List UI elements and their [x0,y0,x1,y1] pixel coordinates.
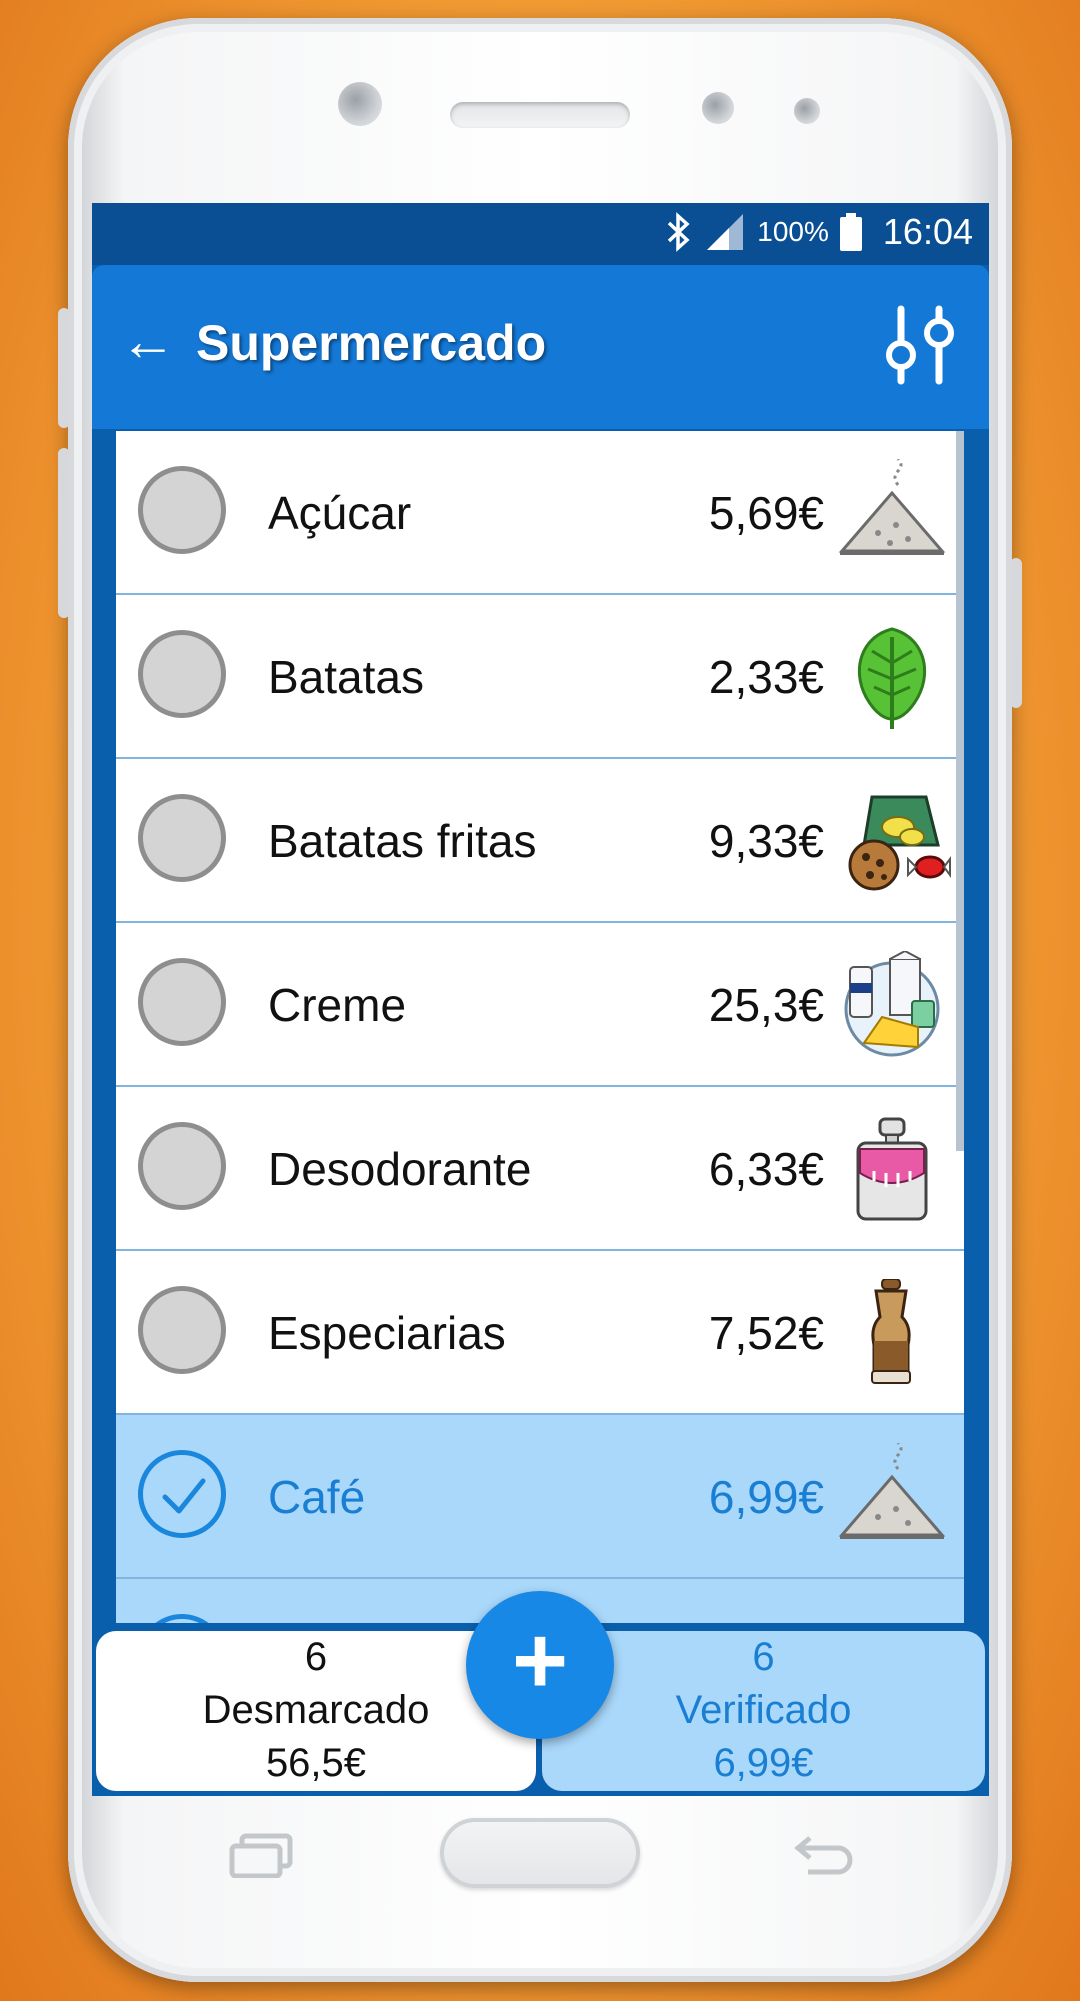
item-price: 2,33€ [708,651,824,703]
sensor-dot [702,92,734,124]
sugar-pile-icon [838,1443,946,1539]
list-item[interactable]: Especiarias 7,52€ [116,1251,964,1415]
signal-icon [707,214,744,250]
item-price: 6,99€ [708,1471,824,1523]
spice-grinder-icon [871,1279,911,1384]
item-price: 9,33€ [708,815,824,867]
sugar-pile-icon [838,459,946,555]
item-name: Batatas fritas [268,815,537,867]
page-title: Supermercado [196,315,547,371]
item-name: Creme [268,979,407,1031]
item-checkbox[interactable] [138,1286,226,1374]
summary-footer: 6 Desmarcado 56,5€ 6 Verificado 6,99€ + [92,1591,989,1796]
dairy-icon [844,951,940,1057]
item-checkbox[interactable] [138,958,226,1046]
list-item[interactable]: Batatas 2,33€ [116,595,964,759]
list-item[interactable]: Batatas fritas 9,33€ [116,759,964,923]
item-name: Desodorante [268,1143,532,1195]
list-item[interactable]: Desodorante 6,33€ [116,1087,964,1251]
clock: 16:04 [882,211,973,252]
status-bar: 100% 16:04 [92,203,989,265]
scrollbar[interactable] [956,431,964,1151]
item-price: 6,33€ [708,1143,824,1195]
item-name: Batatas [268,651,424,703]
app-screen: 100% 16:04 ← Supermercado Açúcar 5,69€ B… [92,203,989,1796]
shopping-list: Açúcar 5,69€ Batatas 2,33€ Batatas frita… [116,431,964,1631]
back-nav-icon[interactable] [788,1834,858,1878]
item-price: 7,52€ [708,1307,824,1359]
battery-percent: 100% [757,216,829,247]
item-name: Açúcar [268,487,412,539]
earpiece-speaker [450,102,630,128]
list-item[interactable]: Açúcar 5,69€ [116,431,964,595]
unchecked-label: Desmarcado [202,1688,430,1732]
list-item[interactable]: Creme 25,3€ [116,923,964,1087]
list-item[interactable]: Café 6,99€ [116,1415,964,1579]
front-camera [338,82,382,126]
checkmark-icon [162,1478,206,1514]
snacks-icon [848,795,951,891]
sliders-icon[interactable] [883,305,959,385]
unchecked-total: 56,5€ [265,1741,367,1785]
bluetooth-icon [668,212,690,252]
item-name: Especiarias [268,1307,506,1359]
battery-icon [839,213,862,251]
sensor-dot [794,98,820,124]
home-button[interactable] [440,1818,640,1888]
volume-button [58,308,70,428]
item-checkbox[interactable] [138,794,226,882]
volume-button [58,448,70,618]
item-checkbox[interactable] [138,1122,226,1210]
item-price: 25,3€ [708,979,824,1031]
item-price: 5,69€ [708,487,824,539]
recent-apps-icon[interactable] [226,1832,296,1878]
app-bar: ← Supermercado [92,265,989,429]
item-checkbox[interactable] [138,1450,226,1538]
checked-total: 6,99€ [713,1741,814,1785]
leaf-icon [857,627,927,729]
back-arrow-icon[interactable]: ← [120,309,176,373]
power-button [1010,558,1022,708]
item-checkbox[interactable] [138,466,226,554]
item-checkbox[interactable] [138,630,226,718]
add-item-button[interactable]: + [466,1591,614,1739]
perfume-bottle-icon [856,1117,928,1221]
item-name: Café [268,1471,366,1523]
